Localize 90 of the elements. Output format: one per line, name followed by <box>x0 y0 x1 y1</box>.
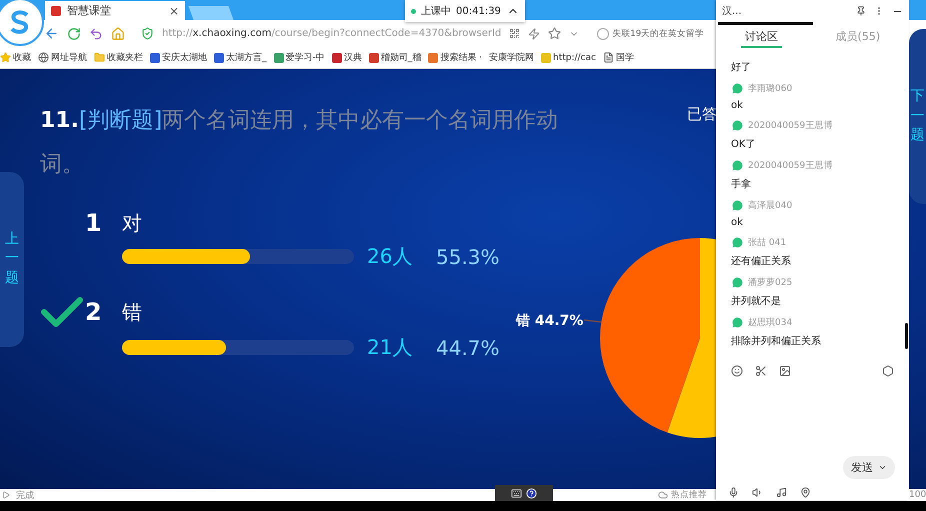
browser-logo-icon[interactable] <box>0 0 44 46</box>
class-status: 上课中 <box>421 4 451 18</box>
sender-name: 李雨璐060 <box>748 82 792 95</box>
qr-code-icon[interactable] <box>509 28 520 39</box>
chat-message: 并列就不是 <box>731 294 782 308</box>
option-number: 1 <box>85 209 103 237</box>
speaker-icon[interactable] <box>752 487 763 498</box>
tab-favicon-icon <box>51 6 61 16</box>
hot-news-link[interactable]: 热点推荐 <box>671 489 707 501</box>
keyboard-icon[interactable] <box>511 488 522 498</box>
chat-message: 还有偏正关系 <box>731 254 792 268</box>
scrollbar-thumb <box>905 323 908 349</box>
class-time: 00:41:39 <box>456 6 501 16</box>
location-icon[interactable] <box>800 487 811 498</box>
music-icon[interactable] <box>776 487 787 498</box>
lightning-icon[interactable] <box>528 28 540 40</box>
folder-icon <box>94 52 105 63</box>
answer-count: 21人 <box>367 334 414 361</box>
bookmark[interactable]: 搜索结果 · <box>428 51 482 64</box>
emoji-icon[interactable] <box>731 365 743 377</box>
answer-percent: 55.3% <box>436 244 501 268</box>
globe-icon <box>38 52 49 63</box>
bookmark[interactable]: 汉典 <box>332 51 362 64</box>
bookmark[interactable]: 太湖方言_ <box>214 51 266 64</box>
address-field[interactable]: http://x.chaoxing.com/course/begin?connectCode=4370&browserId <box>162 28 502 39</box>
avatar-icon <box>731 199 744 212</box>
sender-name: 赵思琪034 <box>748 316 792 329</box>
bookmark[interactable]: 安康学院网 <box>488 51 534 64</box>
bookmark[interactable]: 安庆太湖地 <box>150 51 207 64</box>
play-icon <box>2 491 10 499</box>
microphone-icon[interactable] <box>728 487 739 498</box>
avatar-icon <box>731 316 744 329</box>
pin-icon[interactable] <box>856 6 866 16</box>
sender-name: 高泽晨040 <box>748 200 792 212</box>
avatar-icon <box>731 236 744 249</box>
previous-question-tab[interactable]: 上一题 <box>0 172 24 346</box>
answer-percent: 44.7% <box>436 336 501 360</box>
chat-message: 手拿 <box>731 178 752 191</box>
sender-name: 2020040059王思博 <box>748 160 832 172</box>
avatar-icon <box>731 82 744 95</box>
sender-name: 潘萝萝025 <box>748 276 792 289</box>
bookmark[interactable]: 收藏 <box>0 51 31 64</box>
chat-message: ok <box>731 217 744 228</box>
caret-icon[interactable] <box>878 463 887 472</box>
avatar-icon <box>731 119 744 132</box>
avatar-icon <box>731 276 744 289</box>
slice-label: 错 44.7% <box>516 313 584 329</box>
chat-message: OK了 <box>731 138 756 151</box>
answer-count: 26人 <box>367 243 414 270</box>
undo-icon[interactable] <box>89 26 103 40</box>
next-question-tab[interactable]: 下一题 <box>909 29 926 204</box>
chat-title: 汉... <box>722 5 742 18</box>
option-label: 错 <box>122 298 143 326</box>
option-number: 2 <box>85 298 103 326</box>
live-dot-icon <box>411 8 416 14</box>
secure-icon <box>141 27 154 40</box>
star-icon <box>0 52 11 63</box>
back-icon[interactable] <box>44 26 59 41</box>
search-field[interactable]: 失联19天的在英女留学 <box>597 28 704 40</box>
image-icon[interactable] <box>779 365 791 377</box>
status-text: 完成 <box>16 490 34 502</box>
answered-label: 已答 <box>687 105 717 124</box>
cloud-icon <box>658 490 668 500</box>
chat-message: 好了 <box>731 61 752 74</box>
send-button[interactable]: 发送 <box>843 456 895 479</box>
avatar-icon <box>731 159 744 172</box>
close-icon[interactable]: × <box>168 4 179 18</box>
page-icon <box>602 52 614 63</box>
sender-name: 张喆 041 <box>748 236 786 249</box>
bookmark[interactable]: 收藏夹栏 <box>94 51 143 64</box>
zoom-level: 100 <box>909 490 926 500</box>
leader-line <box>584 319 602 323</box>
question-text: 11.[判断题]两个名词连用，其中必有一个名词用作动词。 <box>40 107 560 179</box>
bookmark[interactable]: 稽勋司_稽 <box>368 51 422 64</box>
chat-message: ok <box>731 100 744 111</box>
bookmark[interactable]: 爱学习-中 <box>274 51 325 64</box>
scissors-icon[interactable] <box>755 365 767 377</box>
bookmark[interactable]: http://cac <box>540 52 596 62</box>
chat-message: 排除并列和偏正关系 <box>731 334 822 348</box>
browser-tab[interactable]: 智慧课堂 × <box>45 1 185 20</box>
sender-name: 2020040059王思博 <box>748 120 832 132</box>
option-label: 对 <box>122 210 143 236</box>
search-engine-icon <box>597 28 610 40</box>
bookmark[interactable]: 国学 <box>602 51 634 64</box>
chat-tab[interactable]: 讨论区 <box>740 26 782 48</box>
help-icon[interactable] <box>526 488 537 498</box>
bookmark-star-icon[interactable] <box>548 27 562 40</box>
settings-icon[interactable] <box>882 365 894 377</box>
bookmark[interactable]: 网址导航 <box>38 51 87 64</box>
refresh-icon[interactable] <box>67 26 81 40</box>
